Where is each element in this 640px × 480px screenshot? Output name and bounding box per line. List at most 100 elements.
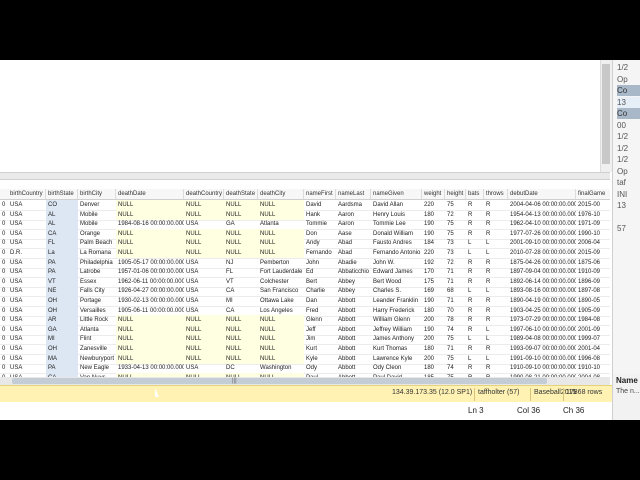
grid-cell[interactable]: NULL [184, 344, 224, 354]
grid-cell[interactable]: USA [8, 267, 46, 277]
grid-cell[interactable]: 1962-06-11 00:00:00.000 [116, 277, 184, 287]
grid-cell[interactable]: 71 [445, 296, 466, 306]
grid-cell[interactable]: Jeff [304, 325, 336, 335]
grid-cell[interactable]: 200 [422, 334, 445, 344]
column-header[interactable]: deathCity [258, 189, 304, 199]
grid-cell[interactable]: Philadelphia [78, 258, 116, 268]
grid-cell[interactable]: 71 [445, 277, 466, 287]
grid-cell[interactable]: 2015-09 [576, 248, 610, 258]
grid-cell[interactable]: 1989-04-08 00:00:00.000 [508, 334, 576, 344]
column-header[interactable]: nameFirst [304, 189, 336, 199]
grid-cell[interactable]: Harry Frederick [371, 306, 422, 316]
grid-cell[interactable]: USA [184, 363, 224, 373]
grid-cell[interactable]: USA [184, 258, 224, 268]
grid-cell[interactable]: 74 [445, 325, 466, 335]
grid-cell[interactable]: Aaron [336, 210, 371, 220]
grid-cell[interactable]: 1977-07-26 00:00:00.000 [508, 229, 576, 239]
grid-cell[interactable]: Abbaticchio [336, 267, 371, 277]
grid-cell[interactable]: John W. [371, 258, 422, 268]
grid-cell[interactable]: R [484, 267, 508, 277]
grid-cell[interactable]: NULL [116, 315, 184, 326]
grid-cell[interactable]: USA [8, 315, 46, 325]
grid-cell[interactable]: 1890-04-19 00:00:00.000 [508, 296, 576, 306]
grid-cell[interactable]: NULL [184, 238, 224, 249]
grid-cell[interactable]: NULL [258, 209, 304, 220]
grid-cell[interactable]: USA [8, 277, 46, 287]
grid-cell[interactable]: Little Rock [78, 315, 116, 325]
grid-cell[interactable]: 1910-09 [576, 267, 610, 277]
grid-cell[interactable]: James Anthony [371, 334, 422, 344]
grid-cell[interactable]: Donald William [371, 229, 422, 239]
grid-cell[interactable]: NULL [116, 334, 184, 345]
grid-cell[interactable]: 71 [445, 267, 466, 277]
grid-cell[interactable]: David Allan [371, 200, 422, 210]
grid-cell[interactable]: USA [8, 363, 46, 373]
grid-cell[interactable]: Washington [258, 363, 304, 373]
grid-cell[interactable]: Ottawa Lake [258, 296, 304, 306]
grid-scroll-thumb[interactable] [12, 378, 547, 384]
grid-cell[interactable]: NULL [184, 334, 224, 345]
grid-cell[interactable]: 1990-10 [576, 229, 610, 239]
grid-cell[interactable]: Abbott [336, 354, 371, 364]
grid-cell[interactable]: 190 [422, 296, 445, 306]
grid-cell[interactable]: 169 [422, 286, 445, 296]
grid-cell[interactable]: 68 [445, 286, 466, 296]
grid-cell[interactable]: 184 [422, 238, 445, 248]
grid-cell[interactable]: NULL [116, 353, 184, 364]
grid-cell[interactable]: William Glenn [371, 315, 422, 325]
grid-cell[interactable]: Kyle [304, 354, 336, 364]
grid-cell[interactable]: R [466, 258, 484, 268]
grid-cell[interactable]: L [484, 238, 508, 248]
grid-cell[interactable]: 180 [422, 210, 445, 220]
grid-cell[interactable]: R [484, 200, 508, 210]
grid-cell[interactable]: 1893-08-16 00:00:00.000 [508, 286, 576, 296]
grid-cell[interactable]: NULL [258, 324, 304, 335]
grid-cell[interactable]: D.R. [8, 248, 46, 258]
grid-cell[interactable]: R [484, 363, 508, 373]
grid-cell[interactable]: L [466, 238, 484, 248]
grid-cell[interactable]: 71 [445, 344, 466, 354]
grid-cell[interactable]: Versailles [78, 306, 116, 316]
grid-cell[interactable]: NULL [116, 344, 184, 354]
grid-cell[interactable]: NULL [184, 200, 224, 210]
grid-cell[interactable]: R [484, 210, 508, 220]
column-header[interactable]: nameLast [336, 189, 371, 199]
grid-cell[interactable]: 75 [445, 229, 466, 239]
grid-cell[interactable]: CA [224, 306, 258, 316]
grid-cell[interactable]: NULL [224, 238, 258, 249]
grid-cell[interactable]: R [466, 296, 484, 306]
grid-cell[interactable]: NJ [224, 258, 258, 268]
grid-cell[interactable]: 200 [422, 354, 445, 364]
grid-cell[interactable]: 175 [422, 277, 445, 287]
grid-cell[interactable]: Aase [336, 229, 371, 239]
grid-cell[interactable]: 1954-04-13 00:00:00.000 [508, 210, 576, 220]
grid-cell[interactable]: Mobile [78, 210, 116, 220]
grid-cell[interactable]: 1875-06 [576, 258, 610, 268]
grid-cell[interactable]: USA [8, 238, 46, 248]
grid-cell[interactable]: 200 [422, 315, 445, 325]
grid-cell[interactable]: 75 [445, 334, 466, 344]
grid-cell[interactable]: L [466, 334, 484, 344]
grid-cell[interactable]: NULL [258, 238, 304, 249]
grid-cell[interactable]: 190 [422, 229, 445, 239]
grid-cell[interactable]: L [484, 325, 508, 335]
grid-cell[interactable]: Ody [304, 363, 336, 373]
grid-cell[interactable]: 1897-08 [576, 286, 610, 296]
grid-cell[interactable]: 78 [445, 315, 466, 325]
grid-cell[interactable]: Dan [304, 296, 336, 306]
grid-cell[interactable]: Atlanta [258, 219, 304, 229]
grid-cell[interactable]: VT [224, 277, 258, 287]
grid-cell[interactable]: Tommie Lee [371, 219, 422, 229]
grid-cell[interactable]: NULL [184, 228, 224, 239]
grid-cell[interactable]: David [304, 200, 336, 210]
column-header[interactable]: bats [466, 189, 484, 199]
grid-cell[interactable]: Pemberton [258, 258, 304, 268]
query-editor[interactable] [0, 60, 610, 172]
grid-cell[interactable]: Lawrence Kyle [371, 354, 422, 364]
grid-cell[interactable]: NE [46, 286, 78, 297]
grid-cell[interactable]: USA [8, 334, 46, 344]
grid-cell[interactable]: USA [8, 229, 46, 239]
grid-cell[interactable]: USA [8, 344, 46, 354]
grid-cell[interactable]: Abbott [336, 325, 371, 335]
grid-cell[interactable]: CO [46, 200, 78, 210]
